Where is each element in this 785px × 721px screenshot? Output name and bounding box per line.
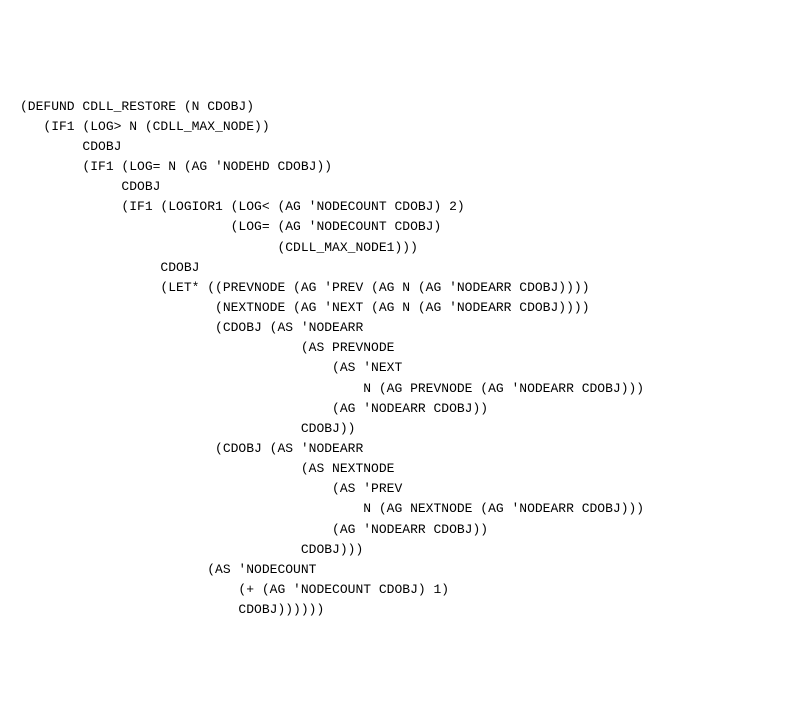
code-line: (CDOBJ (AS 'NODEARR — [20, 439, 765, 459]
code-line: (DEFUND CDLL_RESTORE (N CDOBJ) — [20, 97, 765, 117]
code-line: (AG 'NODEARR CDOBJ)) — [20, 520, 765, 540]
code-line: (AS PREVNODE — [20, 338, 765, 358]
code-line: (LOG= (AG 'NODECOUNT CDOBJ) — [20, 217, 765, 237]
code-line: CDOBJ)) — [20, 419, 765, 439]
code-line: (+ (AG 'NODECOUNT CDOBJ) 1) — [20, 580, 765, 600]
code-line: (AS 'NEXT — [20, 358, 765, 378]
code-line: (AS 'PREV — [20, 479, 765, 499]
code-line: CDOBJ))) — [20, 540, 765, 560]
code-line: (AS 'NODECOUNT — [20, 560, 765, 580]
code-line: N (AG PREVNODE (AG 'NODEARR CDOBJ))) — [20, 379, 765, 399]
code-line: (IF1 (LOG> N (CDLL_MAX_NODE)) — [20, 117, 765, 137]
code-block: (DEFUND CDLL_RESTORE (N CDOBJ) (IF1 (LOG… — [20, 97, 765, 621]
code-line: CDOBJ — [20, 177, 765, 197]
code-line: (IF1 (LOGIOR1 (LOG< (AG 'NODECOUNT CDOBJ… — [20, 197, 765, 217]
code-line: (LET* ((PREVNODE (AG 'PREV (AG N (AG 'NO… — [20, 278, 765, 298]
code-line: CDOBJ — [20, 258, 765, 278]
code-line: CDOBJ)))))) — [20, 600, 765, 620]
code-line: (CDOBJ (AS 'NODEARR — [20, 318, 765, 338]
code-line: N (AG NEXTNODE (AG 'NODEARR CDOBJ))) — [20, 499, 765, 519]
code-line: (CDLL_MAX_NODE1))) — [20, 238, 765, 258]
code-line: (IF1 (LOG= N (AG 'NODEHD CDOBJ)) — [20, 157, 765, 177]
code-line: (AG 'NODEARR CDOBJ)) — [20, 399, 765, 419]
code-line: CDOBJ — [20, 137, 765, 157]
code-line: (AS NEXTNODE — [20, 459, 765, 479]
code-line: (NEXTNODE (AG 'NEXT (AG N (AG 'NODEARR C… — [20, 298, 765, 318]
